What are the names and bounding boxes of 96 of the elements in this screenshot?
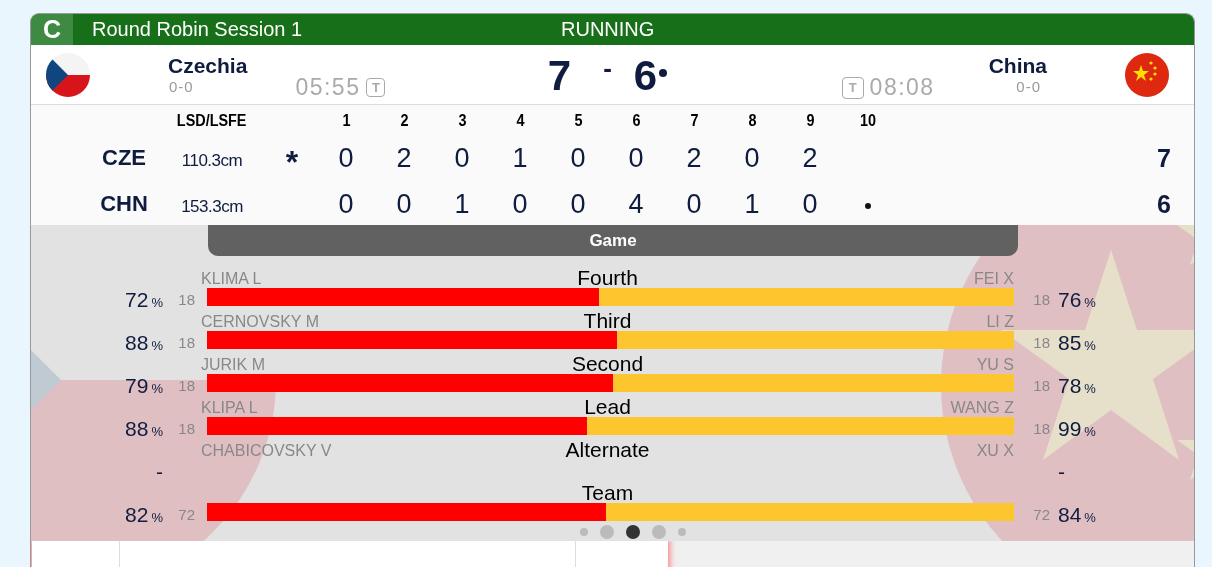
end-score: 0 [744,142,760,174]
shot-count: 18 [1033,291,1050,308]
percentage: - [156,459,164,482]
page-dot[interactable] [677,528,686,536]
end-score: 0 [570,188,586,220]
end-score: 0 [338,188,354,220]
lsd-distance: 110.3cm [181,151,243,171]
end-score: 2 [686,142,702,174]
lsd-heading: LSD/LSFE [177,112,247,130]
percentage: 76% [1057,287,1096,310]
total-score: 7 [1157,143,1171,173]
end-number: 5 [574,112,582,130]
team-name: China [988,54,1047,78]
end-score: 0 [512,188,528,220]
position-label: Fourth [577,267,638,288]
time-clock: 08:08 [869,74,935,101]
team-record: 0-0 [1016,78,1041,95]
game-status: RUNNING [561,18,655,41]
end-score: 0 [338,142,354,174]
percentage: 78% [1057,373,1096,396]
percentage: 88% [125,416,164,439]
end-number: 8 [748,112,756,130]
player-name: XU X [976,442,1014,459]
end-score: 0 [628,142,644,174]
percentage: 88% [125,330,164,353]
end-number: 3 [458,112,466,130]
end-score: 0 [802,188,818,220]
player-name: CERNOVSKY M [201,313,319,330]
shot-count: 72 [178,506,195,523]
session-badge: C [31,14,73,45]
end-score: 4 [628,188,644,220]
player-name: KLIPA L [201,399,258,416]
shot-count: 18 [1033,334,1050,351]
end-score: 0 [686,188,702,220]
game-heading: Game [208,225,1018,256]
end-score: 0 [396,188,412,220]
player-name: CHABICOVSKY V [201,442,332,459]
end-score: 1 [454,188,470,220]
player-name: KLIMA L [201,270,262,287]
team-code: CZE [102,145,146,171]
shot-count: 18 [178,291,195,308]
timeout-button[interactable]: T [841,76,864,99]
player-name: FEI X [974,270,1014,287]
percentage: 99% [1057,416,1096,439]
end-score: 2 [396,142,412,174]
end-score: 0 [570,142,586,174]
shot-count: 72 [1033,506,1050,523]
player-name: WANG Z [950,399,1014,416]
percentage: 79% [125,373,164,396]
end-score: 1 [744,188,760,220]
percentage: 85% [1057,330,1096,353]
page-dot[interactable] [625,525,640,539]
session-title: Round Robin Session 1 [92,18,303,41]
end-number: 9 [806,112,814,130]
shot-count: 18 [178,377,195,394]
end-number: 7 [690,112,698,130]
end-score: 1 [512,142,528,174]
percentage: 84% [1057,502,1096,525]
position-label: Third [583,310,632,331]
percentage: 82% [125,502,164,525]
percentage: - [1057,459,1065,482]
team-record: 0-0 [169,78,195,95]
end-number: 2 [400,112,408,130]
team-score: 7 [547,51,572,100]
time-clock: 05:55 [295,74,361,101]
page-dot[interactable] [599,525,614,539]
czech-flag-icon [46,52,90,97]
player-name: LI Z [986,313,1014,330]
position-label: Team [581,482,634,503]
shot-count: 18 [1033,420,1050,437]
team-score: 6 [633,51,658,100]
shot-count: 18 [178,420,195,437]
position-label: Alternate [565,439,650,460]
total-score: 6 [1157,189,1171,219]
team-name: Czechia [168,54,248,78]
end-number: 10 [860,112,876,130]
position-label: Lead [584,396,631,417]
percentage: 72% [125,287,164,310]
china-flag-icon [1125,52,1169,97]
shot-count: 18 [1033,377,1050,394]
end-score: 2 [802,142,818,174]
timeout-button[interactable]: T [366,78,386,97]
score-separator: - [603,53,612,84]
end-number: 6 [632,112,640,130]
first-hammer-marker: * [285,143,299,181]
player-name: JURIK M [201,356,265,373]
position-label: Second [571,353,644,374]
end-number: 1 [342,112,350,130]
shot-count: 18 [178,334,195,351]
player-name: YU S [976,356,1014,373]
page-dot[interactable] [579,528,588,536]
end-number: 4 [516,112,524,130]
lsd-distance: 153.3cm [181,197,243,217]
page-dot[interactable] [651,525,666,539]
team-code: CHN [100,191,148,217]
end-score: 0 [454,142,470,174]
